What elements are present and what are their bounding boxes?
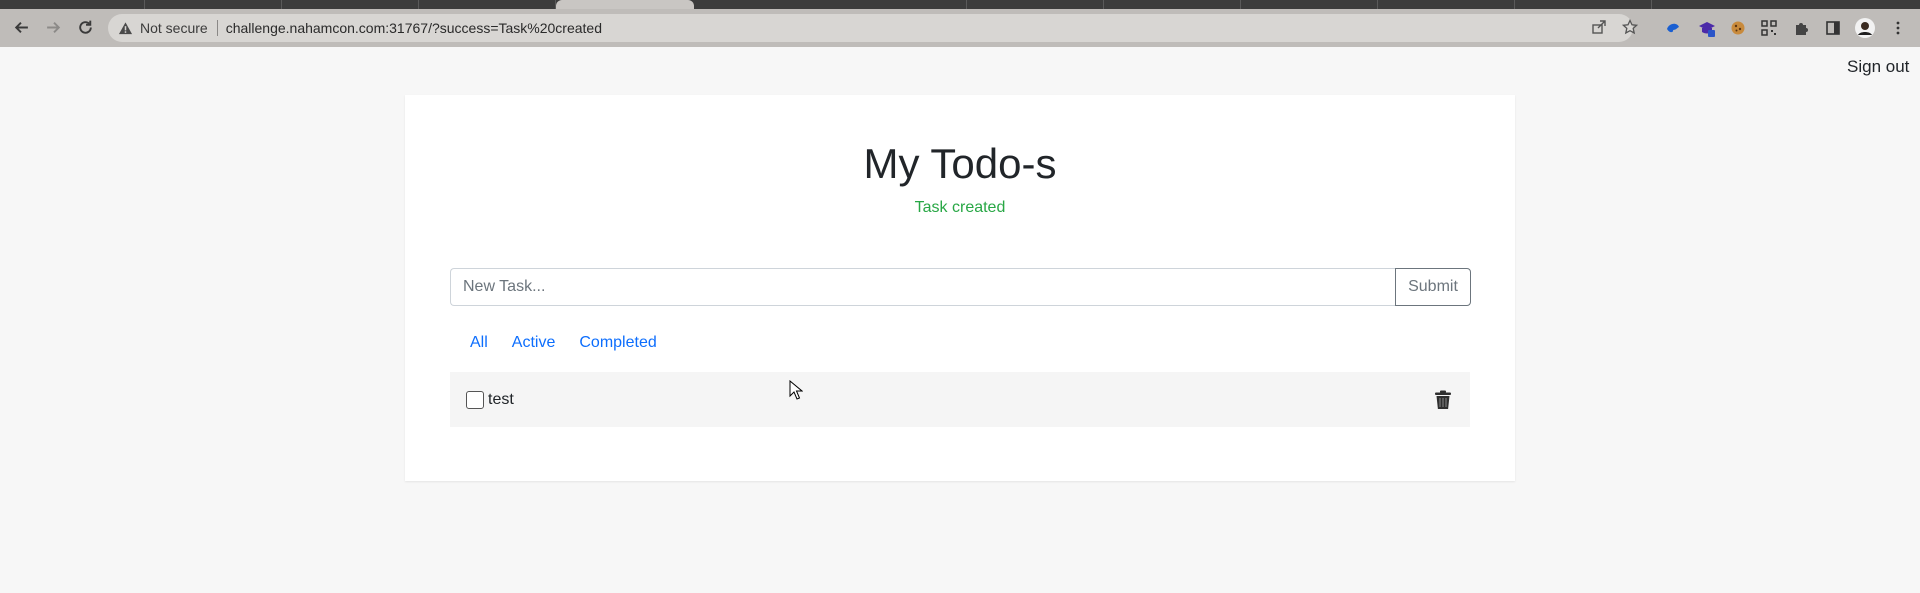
todo-checkbox[interactable] [466,390,484,409]
profile-avatar[interactable] [1855,18,1875,38]
mouse-cursor-icon [789,380,803,400]
browser-tab[interactable] [1104,0,1241,9]
new-task-input[interactable] [450,268,1395,306]
forward-icon[interactable] [41,15,65,39]
filter-completed[interactable]: Completed [567,331,668,355]
browser-tab[interactable] [145,0,282,9]
filter-tabs: All Active Completed [450,331,669,355]
browser-tab-active[interactable] [556,0,694,9]
page-title: My Todo-s [863,140,1057,187]
extension-purple-icon[interactable] [1697,18,1717,38]
todo-card: My Todo-s Task created Submit All Active… [405,95,1515,481]
browser-tab[interactable] [419,0,556,9]
back-icon[interactable] [9,15,33,39]
cookie-icon[interactable] [1728,18,1748,38]
browser-tab[interactable] [1378,0,1515,9]
kebab-menu-icon[interactable] [1888,18,1908,38]
warning-icon[interactable] [118,20,134,36]
sign-out-link[interactable]: Sign out [1847,57,1909,77]
browser-tab[interactable] [0,0,145,9]
omnibox-divider [216,20,218,36]
sidepanel-icon[interactable] [1823,18,1843,38]
browser-tab[interactable] [282,0,419,9]
star-icon[interactable] [1621,18,1640,37]
share-icon[interactable] [1591,19,1609,37]
filter-active[interactable]: Active [500,331,568,355]
browser-tab[interactable] [967,0,1104,9]
todo-label: test [488,390,514,408]
browser-tab[interactable] [830,0,967,9]
puzzle-icon[interactable] [1791,18,1811,38]
trash-icon[interactable] [1434,390,1452,410]
status-message: Task created [914,199,1006,216]
url-text[interactable]: challenge.nahamcon.com:31767/?success=Ta… [226,20,602,36]
browser-tab[interactable] [1515,0,1652,9]
filter-all[interactable]: All [450,331,500,355]
tab-strip [0,0,1920,9]
todo-item: test [450,372,1470,427]
browser-tab[interactable] [1241,0,1378,9]
security-label[interactable]: Not secure [140,20,208,36]
address-bar[interactable]: Not secure challenge.nahamcon.com:31767/… [108,14,1639,42]
qr-code-icon[interactable] [1759,18,1779,38]
browser-toolbar: Not secure challenge.nahamcon.com:31767/… [0,9,1920,47]
submit-button[interactable]: Submit [1395,268,1471,306]
extension-blue-icon[interactable] [1663,18,1683,38]
reload-icon[interactable] [73,15,97,39]
